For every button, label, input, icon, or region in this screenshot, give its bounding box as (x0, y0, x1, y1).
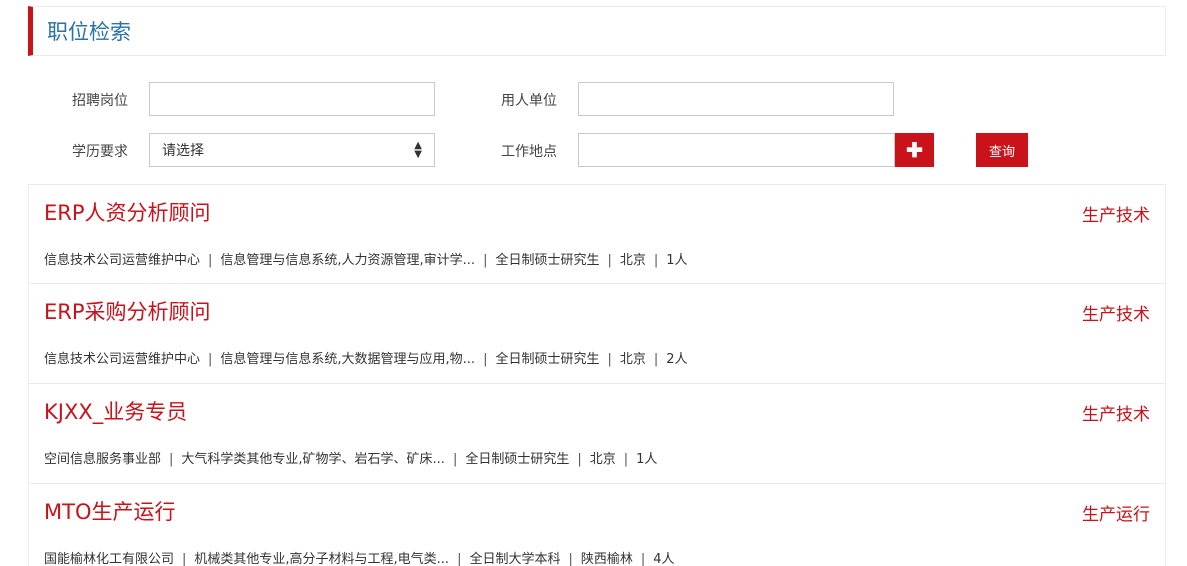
separator: | (653, 253, 659, 268)
separator: | (208, 352, 213, 367)
separator: | (483, 352, 488, 367)
unit-label: 用人单位 (501, 93, 557, 109)
job-majors: 信息管理与信息系统,人力资源管理,审计学... (220, 253, 476, 268)
job-title[interactable]: MTO生产运行 (44, 496, 175, 526)
job-meta: 空间信息服务事业部 | 大气科学类其他专业,矿物学、岩石学、矿床... | 全日制硕士研… (44, 448, 657, 467)
separator: | (640, 552, 646, 566)
job-majors: 信息管理与信息系统,大数据管理与应用,物... (220, 352, 476, 367)
position-input[interactable] (149, 82, 435, 116)
job-unit: 国能榆林化工有限公司 (44, 552, 175, 566)
location-input[interactable] (578, 133, 895, 167)
position-label: 招聘岗位 (72, 93, 128, 109)
job-education: 全日制硕士研究生 (495, 253, 600, 268)
job-title[interactable]: ERP采购分析顾问 (44, 296, 211, 326)
separator: | (653, 352, 659, 367)
query-button[interactable]: 查询 (976, 133, 1028, 167)
job-category: 生产技术 (1082, 305, 1150, 325)
job-category: 生产运行 (1082, 505, 1150, 525)
education-select[interactable]: 请选择 ▲ ▼ (149, 133, 435, 167)
education-select-value: 请选择 (162, 143, 204, 159)
separator: | (483, 253, 488, 268)
separator: | (457, 552, 462, 566)
job-majors: 机械类其他专业,高分子材料与工程,电气类... (194, 552, 450, 566)
job-unit: 信息技术公司运营维护中心 (44, 352, 201, 367)
separator: | (452, 452, 458, 467)
job-headcount: 1人 (636, 452, 658, 467)
job-education: 全日制硕士研究生 (495, 352, 600, 367)
job-location: 北京 (619, 352, 646, 367)
separator: | (169, 452, 174, 467)
job-meta: 信息技术公司运营维护中心 | 信息管理与信息系统,人力资源管理,审计学... | 全日制… (44, 249, 688, 268)
job-category: 生产技术 (1082, 206, 1150, 226)
plus-icon: ✚ (906, 139, 923, 162)
location-label: 工作地点 (501, 144, 557, 160)
separator: | (182, 552, 187, 566)
job-category: 生产技术 (1082, 405, 1150, 425)
job-headcount: 1人 (666, 253, 688, 268)
job-headcount: 4人 (653, 552, 675, 566)
job-meta: 信息技术公司运营维护中心 | 信息管理与信息系统,大数据管理与应用,物... | 全日制… (44, 348, 688, 367)
job-item[interactable]: ERP采购分析顾问 生产技术 信息技术公司运营维护中心 | 信息管理与信息系统,大数… (28, 284, 1166, 384)
add-location-button[interactable]: ✚ (895, 133, 934, 167)
education-label: 学历要求 (72, 144, 128, 160)
job-location: 北京 (619, 253, 646, 268)
job-location: 陕西榆林 (580, 552, 633, 566)
separator: | (607, 352, 612, 367)
job-title[interactable]: KJXX_业务专员 (44, 396, 187, 426)
section-header: 职位检索 (28, 6, 1166, 56)
job-unit: 空间信息服务事业部 (44, 452, 162, 467)
separator: | (208, 253, 213, 268)
job-item[interactable]: KJXX_业务专员 生产技术 空间信息服务事业部 | 大气科学类其他专业,矿物学、岩… (28, 384, 1166, 484)
page-title: 职位检索 (47, 20, 131, 44)
job-item[interactable]: MTO生产运行 生产运行 国能榆林化工有限公司 | 机械类其他专业,高分子材料与工程… (28, 484, 1166, 566)
job-location: 北京 (589, 452, 616, 467)
job-majors: 大气科学类其他专业,矿物学、岩石学、矿床... (181, 452, 445, 467)
job-list: ERP人资分析顾问 生产技术 信息技术公司运营维护中心 | 信息管理与信息系统,人力… (28, 184, 1166, 566)
separator: | (568, 552, 573, 566)
separator: | (577, 452, 582, 467)
job-meta: 国能榆林化工有限公司 | 机械类其他专业,高分子材料与工程,电气类... | 全日制大学… (44, 548, 675, 566)
job-title[interactable]: ERP人资分析顾问 (44, 197, 211, 227)
job-headcount: 2人 (666, 352, 688, 367)
job-item[interactable]: ERP人资分析顾问 生产技术 信息技术公司运营维护中心 | 信息管理与信息系统,人力… (28, 184, 1166, 284)
separator: | (623, 452, 629, 467)
unit-input[interactable] (578, 82, 894, 116)
separator: | (607, 253, 612, 268)
job-unit: 信息技术公司运营维护中心 (44, 253, 201, 268)
job-education: 全日制大学本科 (469, 552, 561, 566)
job-education: 全日制硕士研究生 (465, 452, 570, 467)
updown-caret-icon: ▲ ▼ (414, 140, 422, 160)
